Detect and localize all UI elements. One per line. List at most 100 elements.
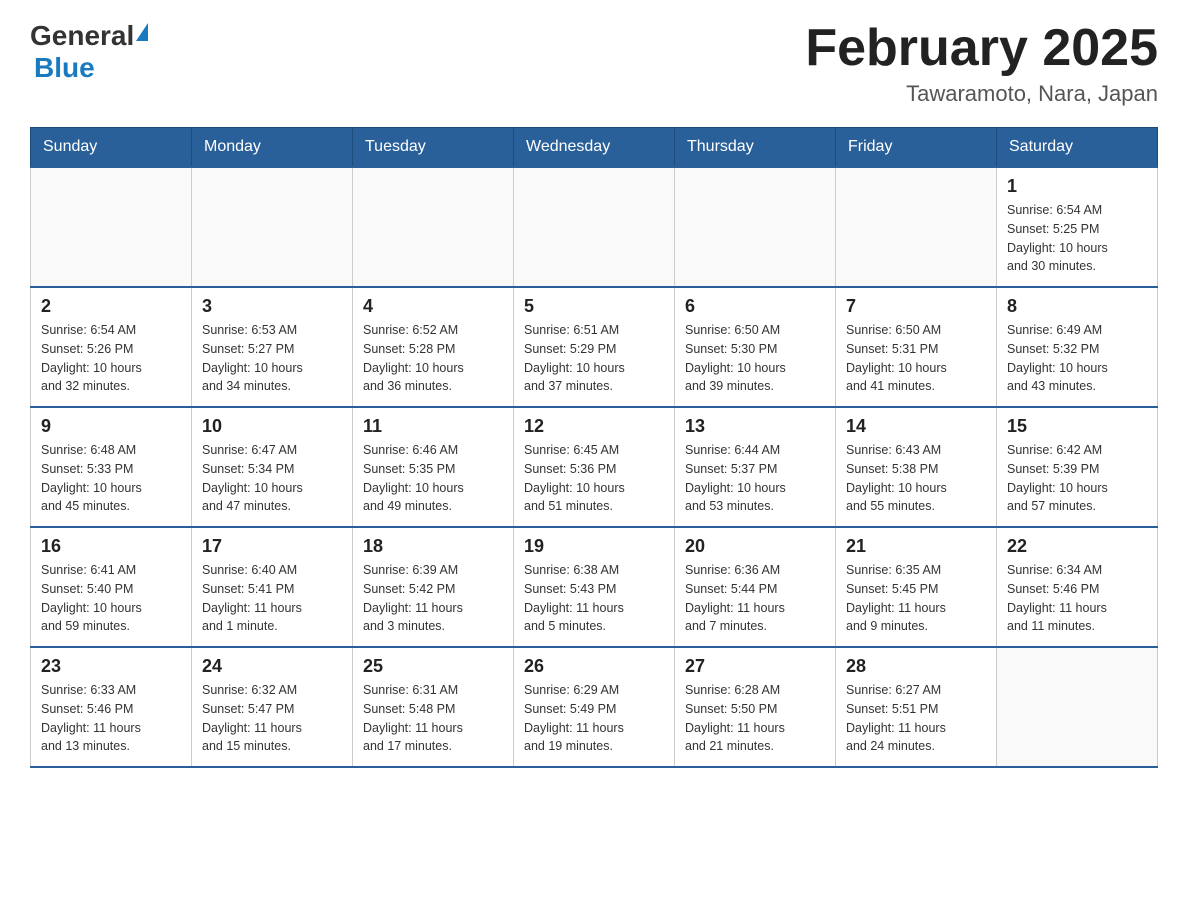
calendar-cell: 28Sunrise: 6:27 AM Sunset: 5:51 PM Dayli…	[836, 647, 997, 767]
calendar-cell: 26 Sunrise: 6:29 AM Sunset: 5:49 PM Dayli…	[514, 647, 675, 767]
day-info: Sunrise: 6:47 AM Sunset: 5:34 PM Dayligh…	[202, 441, 342, 516]
day-number: 10	[202, 416, 342, 437]
day-info: Sunrise: 6:51 AM Sunset: 5:29 PM Dayligh…	[524, 321, 664, 396]
day-number: 12	[524, 416, 664, 437]
day-info: Sunrise: 6:31 AM Sunset: 5:48 PM Dayligh…	[363, 681, 503, 756]
calendar-cell: 7Sunrise: 6:50 AM Sunset: 5:31 PM Daylig…	[836, 287, 997, 407]
calendar-week-row: 2 Sunrise: 6:54 AM Sunset: 5:26 PM Daylig…	[31, 287, 1158, 407]
calendar-cell: 20 Sunrise: 6:36 AM Sunset: 5:44 PM Dayli…	[675, 527, 836, 647]
calendar-cell: 2 Sunrise: 6:54 AM Sunset: 5:26 PM Daylig…	[31, 287, 192, 407]
calendar-week-row: 23Sunrise: 6:33 AM Sunset: 5:46 PM Dayli…	[31, 647, 1158, 767]
day-info: Sunrise: 6:42 AM Sunset: 5:39 PM Dayligh…	[1007, 441, 1147, 516]
weekday-header-tuesday: Tuesday	[353, 128, 514, 168]
day-info: Sunrise: 6:48 AM Sunset: 5:33 PM Dayligh…	[41, 441, 181, 516]
weekday-header-friday: Friday	[836, 128, 997, 168]
day-info: Sunrise: 6:38 AM Sunset: 5:43 PM Dayligh…	[524, 561, 664, 636]
calendar-cell: 1 Sunrise: 6:54 AM Sunset: 5:25 PM Daylig…	[997, 167, 1158, 287]
calendar-cell: 27 Sunrise: 6:28 AM Sunset: 5:50 PM Dayli…	[675, 647, 836, 767]
calendar-cell: 3 Sunrise: 6:53 AM Sunset: 5:27 PM Daylig…	[192, 287, 353, 407]
day-number: 20	[685, 536, 825, 557]
day-number: 24	[202, 656, 342, 677]
day-number: 14	[846, 416, 986, 437]
calendar-cell	[675, 167, 836, 287]
day-number: 18	[363, 536, 503, 557]
calendar-cell: 5 Sunrise: 6:51 AM Sunset: 5:29 PM Daylig…	[514, 287, 675, 407]
calendar-cell: 23Sunrise: 6:33 AM Sunset: 5:46 PM Dayli…	[31, 647, 192, 767]
day-number: 11	[363, 416, 503, 437]
day-number: 3	[202, 296, 342, 317]
day-number: 26	[524, 656, 664, 677]
calendar-cell: 8 Sunrise: 6:49 AM Sunset: 5:32 PM Daylig…	[997, 287, 1158, 407]
day-info: Sunrise: 6:36 AM Sunset: 5:44 PM Dayligh…	[685, 561, 825, 636]
day-info: Sunrise: 6:45 AM Sunset: 5:36 PM Dayligh…	[524, 441, 664, 516]
day-info: Sunrise: 6:54 AM Sunset: 5:26 PM Dayligh…	[41, 321, 181, 396]
weekday-header-thursday: Thursday	[675, 128, 836, 168]
day-number: 17	[202, 536, 342, 557]
calendar-cell: 25 Sunrise: 6:31 AM Sunset: 5:48 PM Dayli…	[353, 647, 514, 767]
day-info: Sunrise: 6:28 AM Sunset: 5:50 PM Dayligh…	[685, 681, 825, 756]
calendar-cell	[353, 167, 514, 287]
page-header: General Blue February 2025 Tawaramoto, N…	[30, 20, 1158, 107]
calendar-cell: 22Sunrise: 6:34 AM Sunset: 5:46 PM Dayli…	[997, 527, 1158, 647]
day-number: 16	[41, 536, 181, 557]
calendar-cell: 16 Sunrise: 6:41 AM Sunset: 5:40 PM Dayli…	[31, 527, 192, 647]
day-number: 19	[524, 536, 664, 557]
day-info: Sunrise: 6:27 AM Sunset: 5:51 PM Dayligh…	[846, 681, 986, 756]
calendar-cell	[31, 167, 192, 287]
day-info: Sunrise: 6:29 AM Sunset: 5:49 PM Dayligh…	[524, 681, 664, 756]
logo-text: General Blue	[30, 20, 148, 84]
calendar-cell: 4 Sunrise: 6:52 AM Sunset: 5:28 PM Daylig…	[353, 287, 514, 407]
day-info: Sunrise: 6:53 AM Sunset: 5:27 PM Dayligh…	[202, 321, 342, 396]
day-number: 22	[1007, 536, 1147, 557]
day-number: 2	[41, 296, 181, 317]
location-title: Tawaramoto, Nara, Japan	[805, 81, 1158, 107]
calendar-cell: 10 Sunrise: 6:47 AM Sunset: 5:34 PM Dayli…	[192, 407, 353, 527]
calendar-cell: 21Sunrise: 6:35 AM Sunset: 5:45 PM Dayli…	[836, 527, 997, 647]
calendar-cell	[192, 167, 353, 287]
day-info: Sunrise: 6:40 AM Sunset: 5:41 PM Dayligh…	[202, 561, 342, 636]
day-number: 27	[685, 656, 825, 677]
day-number: 21	[846, 536, 986, 557]
calendar-cell	[997, 647, 1158, 767]
day-info: Sunrise: 6:39 AM Sunset: 5:42 PM Dayligh…	[363, 561, 503, 636]
day-number: 8	[1007, 296, 1147, 317]
calendar-cell: 17 Sunrise: 6:40 AM Sunset: 5:41 PM Dayli…	[192, 527, 353, 647]
weekday-header-wednesday: Wednesday	[514, 128, 675, 168]
calendar-cell: 14Sunrise: 6:43 AM Sunset: 5:38 PM Dayli…	[836, 407, 997, 527]
day-number: 1	[1007, 176, 1147, 197]
logo-row1: General	[30, 20, 148, 52]
calendar-table: SundayMondayTuesdayWednesdayThursdayFrid…	[30, 127, 1158, 768]
day-info: Sunrise: 6:41 AM Sunset: 5:40 PM Dayligh…	[41, 561, 181, 636]
weekday-header-monday: Monday	[192, 128, 353, 168]
day-info: Sunrise: 6:33 AM Sunset: 5:46 PM Dayligh…	[41, 681, 181, 756]
calendar-cell: 6Sunrise: 6:50 AM Sunset: 5:30 PM Daylig…	[675, 287, 836, 407]
calendar-cell: 18 Sunrise: 6:39 AM Sunset: 5:42 PM Dayli…	[353, 527, 514, 647]
calendar-week-row: 9 Sunrise: 6:48 AM Sunset: 5:33 PM Daylig…	[31, 407, 1158, 527]
calendar-cell: 12 Sunrise: 6:45 AM Sunset: 5:36 PM Dayli…	[514, 407, 675, 527]
weekday-header-saturday: Saturday	[997, 128, 1158, 168]
day-number: 15	[1007, 416, 1147, 437]
month-title: February 2025	[805, 20, 1158, 77]
day-number: 6	[685, 296, 825, 317]
day-number: 5	[524, 296, 664, 317]
calendar-week-row: 1 Sunrise: 6:54 AM Sunset: 5:25 PM Daylig…	[31, 167, 1158, 287]
logo-triangle-icon	[136, 23, 148, 41]
day-info: Sunrise: 6:49 AM Sunset: 5:32 PM Dayligh…	[1007, 321, 1147, 396]
calendar-cell	[514, 167, 675, 287]
day-info: Sunrise: 6:50 AM Sunset: 5:31 PM Dayligh…	[846, 321, 986, 396]
title-area: February 2025 Tawaramoto, Nara, Japan	[805, 20, 1158, 107]
weekday-header-row: SundayMondayTuesdayWednesdayThursdayFrid…	[31, 128, 1158, 168]
calendar-cell	[836, 167, 997, 287]
calendar-cell: 19 Sunrise: 6:38 AM Sunset: 5:43 PM Dayli…	[514, 527, 675, 647]
logo-general-text: General	[30, 20, 134, 52]
weekday-header-sunday: Sunday	[31, 128, 192, 168]
logo: General Blue	[30, 20, 148, 84]
calendar-cell: 13Sunrise: 6:44 AM Sunset: 5:37 PM Dayli…	[675, 407, 836, 527]
day-info: Sunrise: 6:52 AM Sunset: 5:28 PM Dayligh…	[363, 321, 503, 396]
day-info: Sunrise: 6:54 AM Sunset: 5:25 PM Dayligh…	[1007, 201, 1147, 276]
day-number: 9	[41, 416, 181, 437]
day-info: Sunrise: 6:46 AM Sunset: 5:35 PM Dayligh…	[363, 441, 503, 516]
day-number: 4	[363, 296, 503, 317]
day-number: 25	[363, 656, 503, 677]
calendar-cell: 15 Sunrise: 6:42 AM Sunset: 5:39 PM Dayli…	[997, 407, 1158, 527]
